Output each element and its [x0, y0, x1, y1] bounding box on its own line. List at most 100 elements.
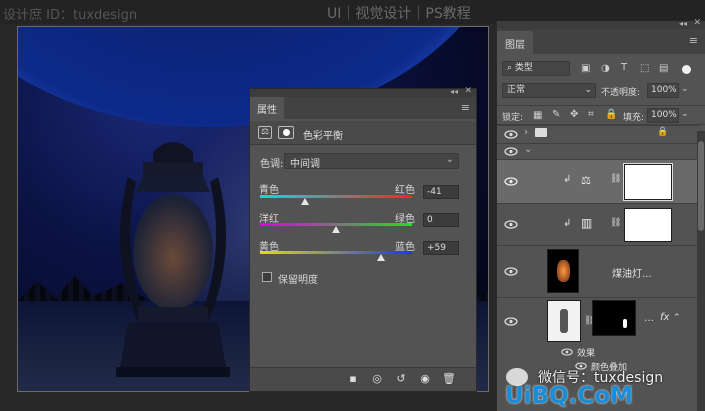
lock-move-icon[interactable]: ✥ [570, 109, 578, 120]
view-previous-icon[interactable]: ◎ [368, 371, 386, 387]
preserve-luminosity-checkbox[interactable] [262, 272, 272, 282]
color-balance-layer[interactable]: ↲ ⚖ ⛓ [497, 159, 699, 203]
visibility-eye-icon[interactable] [504, 147, 518, 156]
masked-layer[interactable]: ⛓ … fx ⌃ [497, 297, 699, 345]
color-balance-icon: ⚖ [581, 174, 591, 187]
lock-paint-icon[interactable]: ✎ [552, 109, 560, 120]
effects-label: 效果 [577, 349, 596, 359]
lock-label: 锁定: [502, 113, 524, 123]
layer-mask-thumbnail[interactable] [624, 208, 672, 242]
chevron-down-icon[interactable]: ⌄ [681, 109, 689, 119]
clipping-arrow-icon: ↲ [563, 218, 572, 229]
magenta-green-slider-thumb[interactable] [332, 226, 340, 233]
adjustment-filter-icon[interactable]: ◑ [601, 63, 610, 74]
properties-tabbar: 属性 ≡ [250, 97, 476, 119]
layer-mask-icon[interactable] [278, 126, 294, 139]
adjustment-title: 色彩平衡 [303, 131, 343, 142]
adjustment-header: ⚖ 色彩平衡 [250, 121, 476, 145]
fill-field[interactable]: 100% [647, 108, 679, 123]
blend-mode-select[interactable]: 正常 ⌄ [502, 83, 596, 98]
chevron-down-icon[interactable]: ⌄ [524, 144, 532, 155]
layer-mask-thumbnail[interactable] [623, 163, 673, 201]
adjustment-layer[interactable]: ↲ ▥ ⛓ [497, 203, 699, 245]
search-icon: ⌕ [507, 63, 515, 73]
collapse-icon[interactable]: ◂◂ [679, 19, 687, 28]
layer-group-row[interactable]: › 🔒 [497, 125, 699, 143]
cyan-red-value[interactable]: -41 [423, 185, 459, 199]
yellow-blue-value[interactable]: +59 [423, 241, 459, 255]
visibility-eye-icon[interactable] [561, 348, 573, 356]
smart-object-filter-icon[interactable]: ▤ [659, 63, 668, 74]
levels-icon: ▥ [581, 216, 593, 230]
shape-filter-icon[interactable]: ⬚ [640, 63, 649, 74]
clip-to-layer-icon[interactable]: ▪︎ [344, 371, 362, 387]
visibility-eye-icon[interactable] [504, 130, 518, 139]
layers-scrollbar-thumb[interactable] [698, 141, 704, 231]
chevron-up-icon[interactable]: ⌃ [673, 313, 681, 323]
slider-left-label: 青色 [259, 185, 279, 196]
tone-select[interactable]: 中间调 ⌄ [284, 153, 459, 170]
chevron-down-icon[interactable]: ⌄ [681, 84, 689, 94]
panel-menu-icon[interactable]: ≡ [461, 101, 470, 114]
more-icon: … [644, 313, 654, 324]
tab-layers[interactable]: 图层 [497, 31, 533, 54]
tone-label: 色调: [260, 159, 284, 170]
collapse-icon[interactable]: ◂◂ [450, 87, 458, 96]
filter-kind-select[interactable]: ⌕ 类型 [502, 61, 570, 76]
yellow-blue-slider[interactable] [260, 251, 412, 254]
close-icon[interactable]: ✕ [693, 18, 701, 28]
filter-kind-value: 类型 [514, 63, 533, 73]
chain-link-icon[interactable]: ⛓ [610, 174, 621, 184]
lock-transparent-icon[interactable]: ▦ [533, 110, 542, 121]
chevron-right-icon[interactable]: › [524, 127, 528, 138]
blend-row: 正常 ⌄ 不透明度: 100% ⌄ [497, 82, 705, 100]
blend-mode-value: 正常 [507, 85, 526, 95]
tab-properties[interactable]: 属性 [250, 97, 284, 119]
visibility-eye-icon[interactable] [504, 267, 518, 276]
visibility-eye-icon[interactable] [504, 177, 518, 186]
properties-footer: ▪︎ ◎ ↺ ◉ 🗑 [250, 367, 476, 391]
trash-icon[interactable]: 🗑 [440, 371, 458, 387]
lantern-layer-thumbnail[interactable] [547, 249, 579, 293]
layer-group-open-row[interactable]: ⌄ [497, 143, 699, 159]
fill-label: 填充: [623, 113, 645, 123]
panel-menu-icon[interactable]: ≡ [689, 34, 698, 47]
layers-tabbar: 图层 ≡ [497, 29, 705, 54]
effects-row[interactable]: 效果 [497, 345, 705, 359]
layer-mask-thumbnail[interactable] [592, 300, 636, 336]
properties-panel-topstrip: ◂◂ ✕ [250, 86, 476, 97]
layers-panel: ◂◂ ✕ 图层 ≡ ⌕ 类型 ▣ ◑ T ⬚ ▤ 正常 ⌄ 不透明度: 100%… [496, 18, 705, 411]
chain-link-icon[interactable]: ⛓ [610, 218, 621, 228]
folder-icon [535, 128, 547, 137]
slider-right-label: 红色 [395, 185, 415, 196]
center-title: UI｜视觉设计｜PS教程 [327, 6, 471, 22]
layer-filter-row: ⌕ 类型 ▣ ◑ T ⬚ ▤ [497, 60, 705, 78]
visibility-eye-icon[interactable] [504, 317, 518, 326]
visibility-eye-icon[interactable] [504, 220, 518, 229]
reset-icon[interactable]: ↺ [392, 371, 410, 387]
opacity-field[interactable]: 100% [647, 83, 679, 98]
lantern-layer[interactable]: 煤油灯... [497, 245, 699, 297]
chevron-down-icon: ⌄ [445, 154, 454, 165]
magenta-green-value[interactable]: 0 [423, 213, 459, 227]
properties-panel: ◂◂ ✕ 属性 ≡ ⚖ 色彩平衡 色调: 中间调 ⌄ 青色 红色 -41 洋红 … [249, 86, 477, 392]
lantern-image [116, 142, 230, 377]
lock-artboard-icon[interactable]: ⌗ [588, 109, 594, 120]
fx-badge[interactable]: fx [660, 312, 669, 323]
yellow-blue-slider-thumb[interactable] [376, 254, 385, 261]
image-filter-icon[interactable]: ▣ [581, 63, 590, 74]
layers-topstrip: ◂◂ ✕ [497, 18, 705, 29]
color-balance-icon[interactable]: ⚖ [258, 126, 272, 139]
filter-toggle-icon[interactable] [682, 65, 691, 74]
layer-name[interactable]: 煤油灯... [612, 265, 652, 280]
close-icon[interactable]: ✕ [464, 86, 472, 96]
type-filter-icon[interactable]: T [621, 62, 627, 73]
site-watermark: UiBQ.CoM [505, 383, 633, 409]
lock-all-icon[interactable]: 🔒 [605, 109, 617, 120]
tone-select-value: 中间调 [290, 159, 320, 170]
lock-row: 锁定: ▦ ✎ ✥ ⌗ 🔒 填充: 100% ⌄ [497, 105, 705, 125]
layer-thumbnail[interactable] [547, 300, 581, 342]
visibility-eye-icon[interactable]: ◉ [416, 371, 434, 387]
cyan-red-slider-thumb[interactable] [300, 198, 309, 205]
cyan-red-slider[interactable] [260, 195, 412, 198]
